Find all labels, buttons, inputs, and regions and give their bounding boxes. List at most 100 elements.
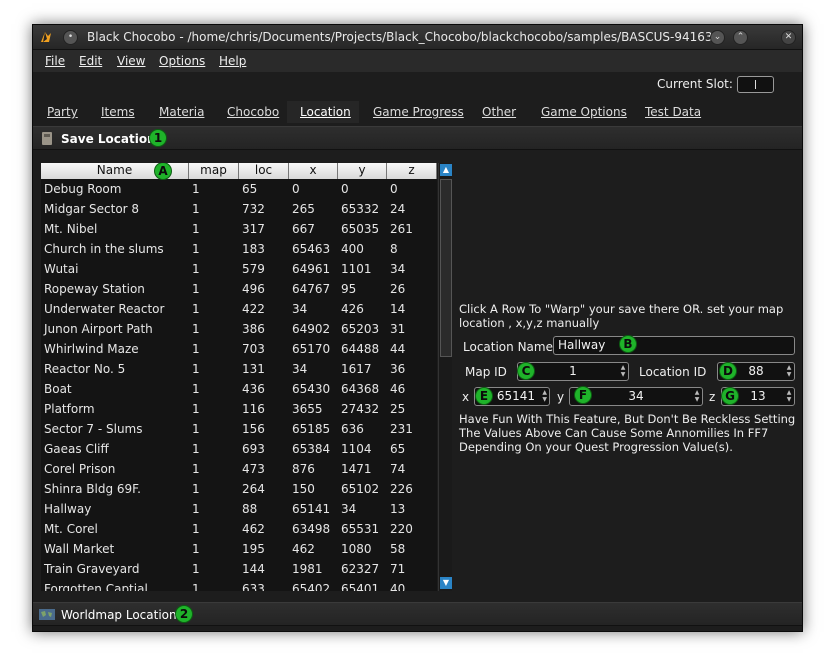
table-row[interactable]: Debug Room 1 65 0 0 0	[41, 179, 437, 199]
tab-materia[interactable]: Materia	[159, 105, 204, 119]
table-row[interactable]: Whirlwind Maze 1 703 65170 64488 44	[41, 339, 437, 359]
maximize-button[interactable]: ⌃	[733, 30, 748, 45]
table-row[interactable]: Midgar Sector 8 1 732 265 65332 24	[41, 199, 437, 219]
close-button[interactable]: ✕	[781, 30, 796, 45]
table-row[interactable]: Wall Market 1 195 462 1080 58	[41, 539, 437, 559]
cell-z: 58	[390, 542, 406, 556]
title-bar: • Black Chocobo - /home/chris/Documents/…	[33, 25, 802, 50]
cell-y: 1104	[341, 442, 372, 456]
z-value: 13	[750, 389, 766, 403]
marker-1: 1	[149, 129, 167, 147]
cell-x: 1981	[292, 562, 323, 576]
cell-name: Underwater Reactor	[44, 302, 165, 316]
scroll-down-icon[interactable]: ▼	[440, 577, 452, 589]
cell-y: 1080	[341, 542, 372, 556]
window-title: Black Chocobo - /home/chris/Documents/Pr…	[87, 30, 724, 44]
cell-y: 65102	[341, 482, 380, 496]
spin-arrows-icon[interactable]: ▲ ▼	[541, 389, 547, 403]
menu-edit[interactable]: Edit	[79, 54, 102, 68]
menu-file[interactable]: File	[45, 54, 65, 68]
cell-name: Reactor No. 5	[44, 362, 126, 376]
cell-loc: 422	[242, 302, 265, 316]
cell-loc: 462	[242, 522, 265, 536]
cell-y: 636	[341, 422, 364, 436]
warning-line-3: Depending On your Quest Progression Valu…	[459, 440, 733, 454]
cell-map: 1	[192, 582, 200, 591]
tab-location[interactable]: Location	[300, 105, 351, 119]
cell-y: 65401	[341, 582, 380, 591]
tab-chocobo[interactable]: Chocobo	[227, 105, 279, 119]
table-row[interactable]: Underwater Reactor 1 422 34 426 14	[41, 299, 437, 319]
tab-game-options[interactable]: Game Options	[541, 105, 627, 119]
spin-arrows-icon[interactable]: ▲ ▼	[620, 364, 626, 378]
cell-y: 426	[341, 302, 364, 316]
tab-other[interactable]: Other	[482, 105, 516, 119]
table-row[interactable]: Platform 1 116 3655 27432 25	[41, 399, 437, 419]
column-loc[interactable]: loc	[239, 163, 289, 179]
cell-loc: 144	[242, 562, 265, 576]
table-row[interactable]: Shinra Bldg 69F. 1 264 150 65102 226	[41, 479, 437, 499]
current-slot-field[interactable]	[737, 76, 774, 93]
cell-name: Sector 7 - Slums	[44, 422, 143, 436]
warning-line-1: Have Fun With This Feature, But Don't Be…	[459, 412, 796, 426]
table-body: Debug Room 1 65 0 0 0 Midgar Sector 8 1 732 265 65…	[41, 179, 437, 591]
column-x[interactable]: x	[289, 163, 338, 179]
tab-game-progress[interactable]: Game Progress	[373, 105, 464, 119]
z-label: z	[709, 390, 716, 404]
spin-arrows-icon[interactable]: ▲ ▼	[786, 389, 792, 403]
cell-map: 1	[192, 422, 200, 436]
table-scrollbar[interactable]: ▲ ▼	[438, 163, 452, 591]
cell-loc: 317	[242, 222, 265, 236]
table-row[interactable]: Junon Airport Path 1 386 64902 65203 31	[41, 319, 437, 339]
table-row[interactable]: Forgotten Captial 1 633 65402 65401 40	[41, 579, 437, 591]
cell-x: 63498	[292, 522, 331, 536]
window-menu-button[interactable]: •	[63, 30, 78, 45]
save-location-header[interactable]: Save Location 1	[33, 126, 802, 150]
tab-party[interactable]: Party	[47, 105, 78, 119]
menu-options[interactable]: Options	[159, 54, 205, 68]
tab-test-data[interactable]: Test Data	[645, 105, 701, 119]
cell-map: 1	[192, 522, 200, 536]
cell-map: 1	[192, 222, 200, 236]
cell-y: 34	[341, 502, 357, 516]
tab-items[interactable]: Items	[101, 105, 135, 119]
menu-view[interactable]: View	[117, 54, 145, 68]
marker-f: F	[574, 386, 592, 404]
table-row[interactable]: Corel Prison 1 473 876 1471 74	[41, 459, 437, 479]
cell-name: Junon Airport Path	[44, 322, 153, 336]
app-window: • Black Chocobo - /home/chris/Documents/…	[32, 24, 803, 632]
cell-map: 1	[192, 542, 200, 556]
cell-name: Shinra Bldg 69F.	[44, 482, 141, 496]
table-row[interactable]: Mt. Corel 1 462 63498 65531 220	[41, 519, 437, 539]
cell-z: 8	[390, 242, 398, 256]
table-row[interactable]: Church in the slums 1 183 65463 400 8	[41, 239, 437, 259]
table-row[interactable]: Mt. Nibel 1 317 667 65035 261	[41, 219, 437, 239]
table-row[interactable]: Wutai 1 579 64961 1101 34	[41, 259, 437, 279]
minimize-button[interactable]: ⌄	[710, 30, 725, 45]
column-y[interactable]: y	[338, 163, 387, 179]
cell-map: 1	[192, 382, 200, 396]
column-map[interactable]: map	[189, 163, 239, 179]
spin-arrows-icon[interactable]: ▲ ▼	[786, 364, 792, 378]
location-name-input[interactable]: Hallway	[553, 336, 795, 355]
table-row[interactable]: Boat 1 436 65430 64368 46	[41, 379, 437, 399]
worldmap-location-header[interactable]: Worldmap Location 2	[33, 602, 802, 626]
column-z[interactable]: z	[387, 163, 437, 179]
cell-z: 25	[390, 402, 406, 416]
scrollbar-thumb[interactable]	[440, 179, 452, 357]
cell-z: 31	[390, 322, 406, 336]
table-row[interactable]: Train Graveyard 1 144 1981 62327 71	[41, 559, 437, 579]
table-row[interactable]: Sector 7 - Slums 1 156 65185 636 231	[41, 419, 437, 439]
scroll-up-icon[interactable]: ▲	[440, 164, 452, 176]
cell-map: 1	[192, 282, 200, 296]
cell-loc: 183	[242, 242, 265, 256]
table-row[interactable]: Reactor No. 5 1 131 34 1617 36	[41, 359, 437, 379]
cell-loc: 116	[242, 402, 265, 416]
menu-help[interactable]: Help	[219, 54, 246, 68]
cell-y: 64488	[341, 342, 380, 356]
table-row[interactable]: Hallway 1 88 65141 34 13	[41, 499, 437, 519]
cell-map: 1	[192, 482, 200, 496]
table-row[interactable]: Ropeway Station 1 496 64767 95 26	[41, 279, 437, 299]
table-row[interactable]: Gaeas Cliff 1 693 65384 1104 65	[41, 439, 437, 459]
spin-arrows-icon[interactable]: ▲ ▼	[694, 389, 700, 403]
